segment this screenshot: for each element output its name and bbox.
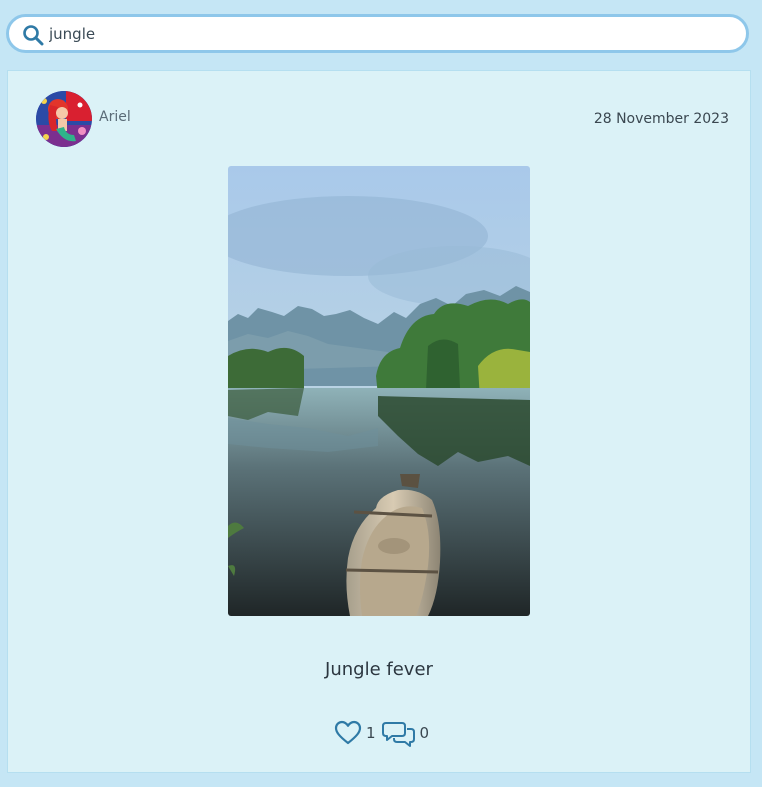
like-count: 1: [366, 724, 376, 742]
avatar-image: [36, 91, 92, 147]
like-button[interactable]: 1: [334, 720, 382, 746]
author-name[interactable]: Ariel: [99, 109, 131, 125]
avatar[interactable]: [36, 91, 92, 147]
post-title: Jungle fever: [325, 659, 433, 680]
search-input[interactable]: [49, 17, 734, 50]
comments-icon: [381, 722, 415, 747]
heart-icon: [334, 720, 362, 745]
post-date: 28 November 2023: [593, 111, 729, 127]
comment-count: 0: [419, 724, 430, 742]
lake-boat-photo: [228, 166, 530, 616]
post-stats: 1 0: [334, 718, 435, 748]
post-image[interactable]: [228, 166, 530, 616]
post-card: Ariel 28 November 2023 Jungle fever 1 0: [7, 70, 751, 773]
search-bar[interactable]: [6, 14, 749, 53]
comments-button[interactable]: 0: [381, 719, 436, 747]
search-icon: [23, 25, 44, 46]
